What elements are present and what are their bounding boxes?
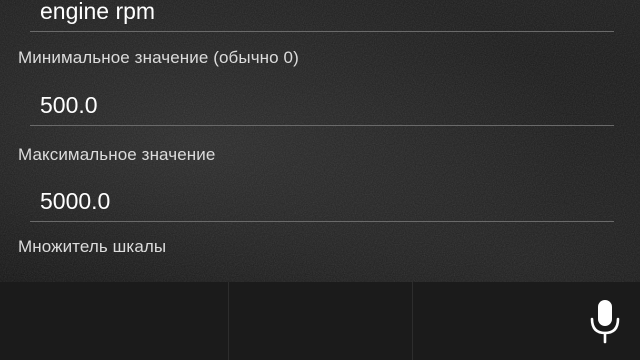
microphone-icon[interactable] xyxy=(585,297,625,347)
min-value-label: Минимальное значение (обычно 0) xyxy=(18,48,299,67)
suggestion-slot-1[interactable] xyxy=(0,282,228,360)
screen: Минимальное значение (обычно 0) Максимал… xyxy=(0,0,640,360)
suggestion-slot-2[interactable] xyxy=(229,282,412,360)
keyboard-suggestion-bar xyxy=(0,282,640,360)
suggestion-slot-3[interactable] xyxy=(413,282,578,360)
scale-multiplier-label: Множитель шкалы xyxy=(18,237,167,256)
settings-form: Минимальное значение (обычно 0) Максимал… xyxy=(0,0,640,282)
max-value-input[interactable] xyxy=(30,182,614,222)
max-value-label: Максимальное значение xyxy=(18,145,216,164)
min-value-input[interactable] xyxy=(30,86,614,126)
name-input[interactable] xyxy=(30,0,614,32)
